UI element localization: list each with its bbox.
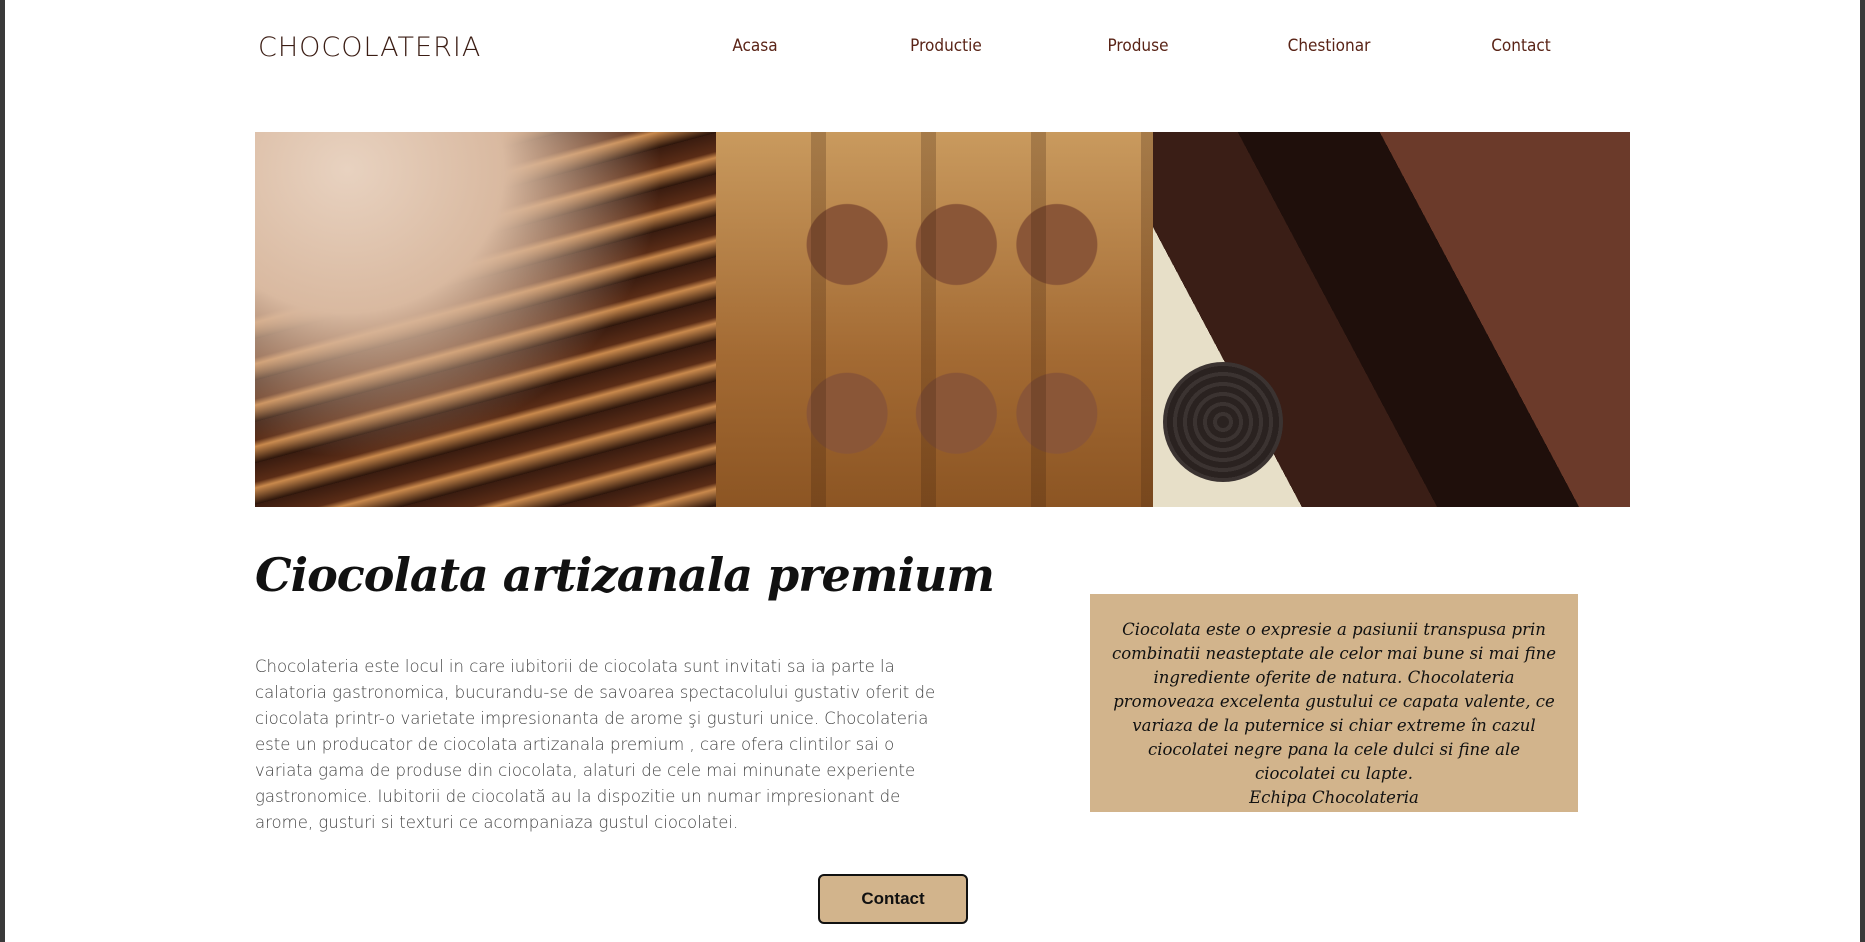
nav-link-acasa[interactable]: Acasa (732, 36, 777, 56)
quote-box: Ciocolata este o expresie a pasiunii tra… (1090, 594, 1578, 812)
chocolate-bars-image (1153, 132, 1630, 507)
main-nav: Acasa Productie Produse Chestionar Conta… (0, 36, 1865, 60)
window-frame-right (1860, 0, 1865, 942)
nav-link-produse[interactable]: Produse (1108, 36, 1169, 56)
chocolate-pretzels-image (255, 132, 716, 507)
hero-gallery (255, 132, 1630, 507)
contact-button[interactable]: Contact (818, 874, 968, 924)
page-title: Ciocolata artizanala premium (255, 548, 995, 602)
nav-link-contact[interactable]: Contact (1491, 36, 1551, 56)
window-frame-left (0, 0, 5, 942)
quote-text: Ciocolata este o expresie a pasiunii tra… (1111, 620, 1556, 783)
nav-link-productie[interactable]: Productie (910, 36, 982, 56)
intro-paragraph: Chocolateria este locul in care iubitori… (255, 657, 936, 832)
nav-link-chestionar[interactable]: Chestionar (1288, 36, 1371, 56)
quote-signature: Echipa Chocolateria (1249, 788, 1419, 807)
chocolate-squares-image (716, 132, 1153, 507)
